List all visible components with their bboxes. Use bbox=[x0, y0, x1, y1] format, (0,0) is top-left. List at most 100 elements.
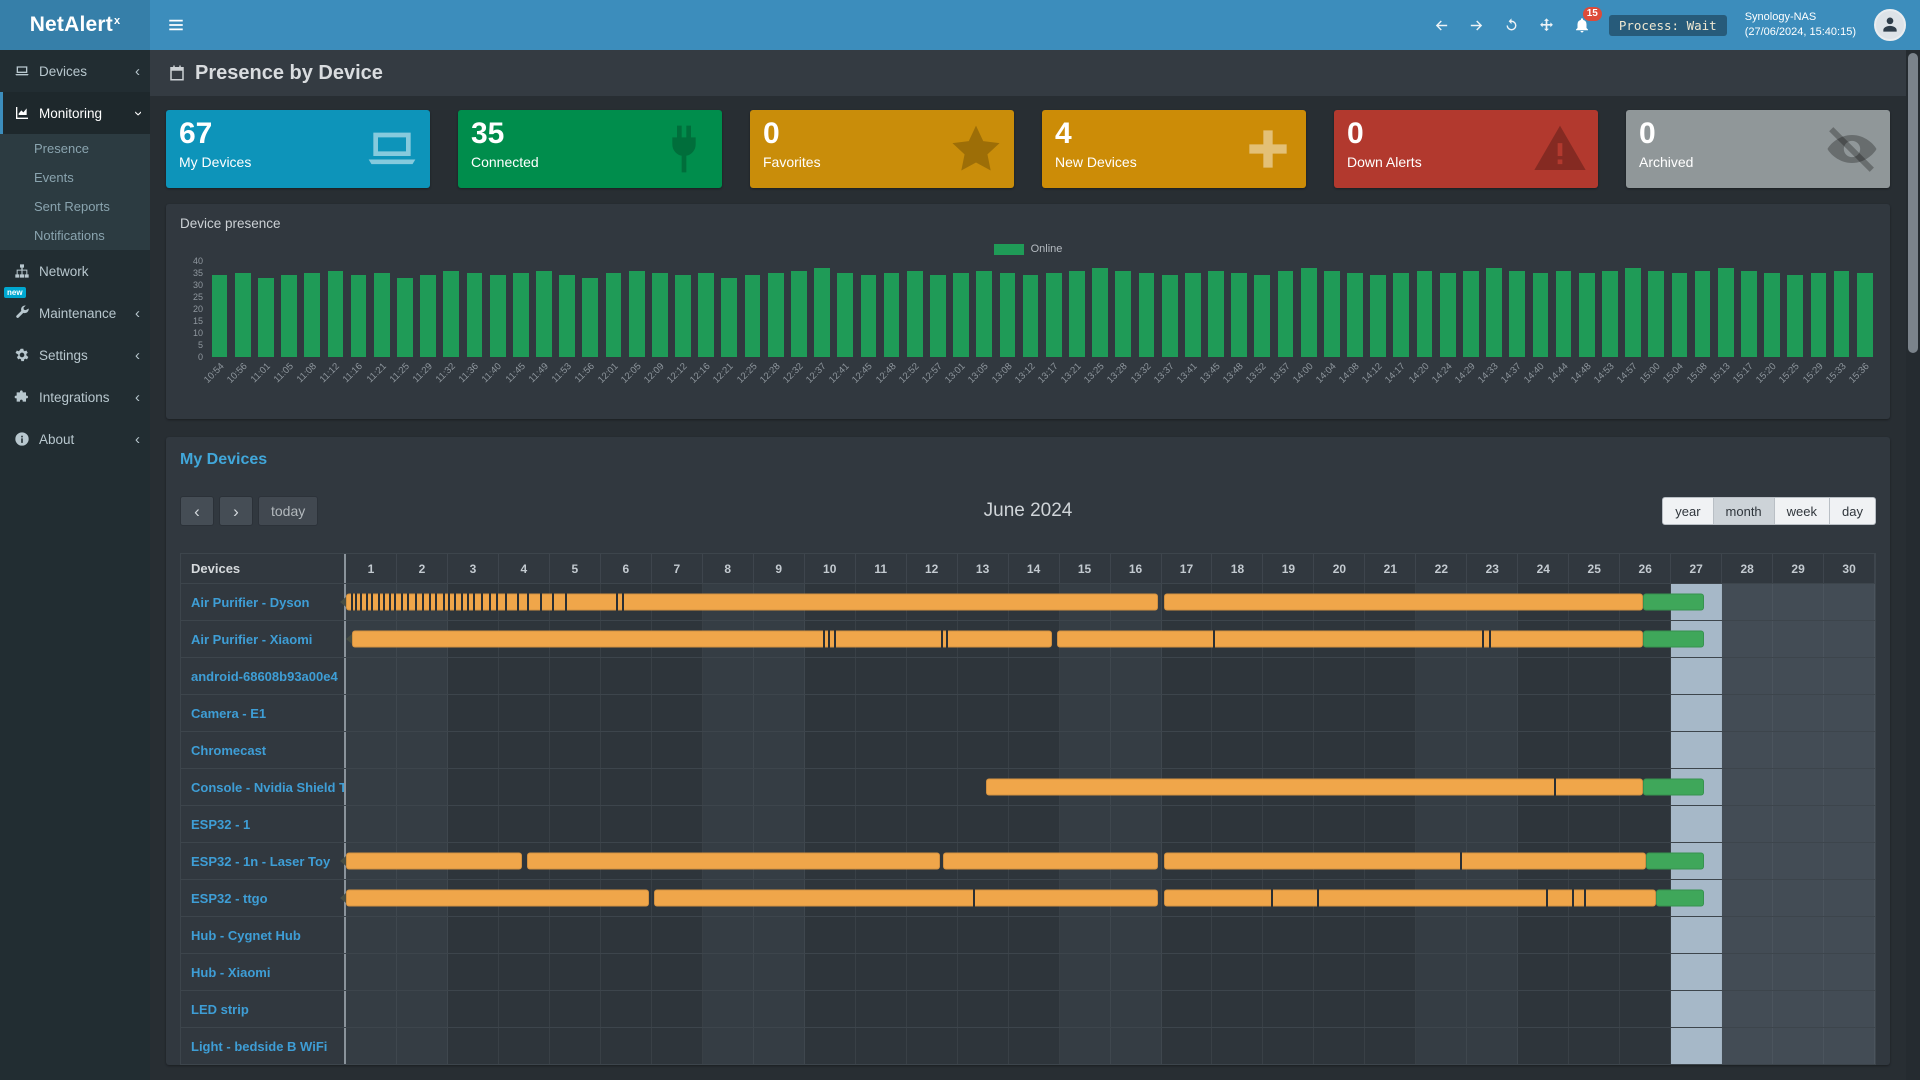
presence-bar[interactable] bbox=[1643, 594, 1704, 611]
day-cell[interactable] bbox=[1365, 806, 1416, 842]
day-cell[interactable] bbox=[805, 806, 856, 842]
day-cell[interactable] bbox=[1162, 695, 1213, 731]
day-cell[interactable] bbox=[1620, 658, 1671, 694]
day-cell[interactable] bbox=[1009, 695, 1060, 731]
day-cell[interactable] bbox=[448, 769, 499, 805]
day-cell[interactable] bbox=[1569, 806, 1620, 842]
presence-bar[interactable] bbox=[1164, 890, 1656, 907]
day-cell[interactable] bbox=[958, 806, 1009, 842]
day-cell[interactable] bbox=[652, 991, 703, 1027]
day-cell[interactable] bbox=[346, 917, 397, 953]
day-cell[interactable] bbox=[1263, 658, 1314, 694]
page-scrollbar[interactable] bbox=[1906, 50, 1920, 1080]
device-name[interactable]: Hub - Cygnet Hub bbox=[181, 917, 346, 953]
view-day-button[interactable]: day bbox=[1830, 497, 1876, 525]
day-cell[interactable] bbox=[1263, 806, 1314, 842]
day-cell[interactable] bbox=[958, 917, 1009, 953]
day-cell[interactable] bbox=[754, 806, 805, 842]
refresh-icon[interactable] bbox=[1503, 17, 1520, 34]
device-name[interactable]: ESP32 - 1 bbox=[181, 806, 346, 842]
day-cell[interactable] bbox=[1518, 1028, 1569, 1064]
day-cell[interactable] bbox=[601, 991, 652, 1027]
day-cell[interactable] bbox=[1722, 991, 1773, 1027]
day-cell[interactable] bbox=[1111, 1028, 1162, 1064]
day-cell[interactable] bbox=[754, 1028, 805, 1064]
day-cell[interactable] bbox=[397, 1028, 448, 1064]
day-cell[interactable] bbox=[805, 954, 856, 990]
day-cell[interactable] bbox=[1722, 1028, 1773, 1064]
day-cell[interactable] bbox=[1773, 991, 1824, 1027]
day-cell[interactable] bbox=[1314, 732, 1365, 768]
day-cell[interactable] bbox=[856, 917, 907, 953]
day-cell[interactable] bbox=[346, 954, 397, 990]
sidebar-toggle-button[interactable] bbox=[154, 0, 198, 50]
day-cell[interactable] bbox=[1060, 695, 1111, 731]
sidebar-item-devices[interactable]: Devices‹ bbox=[0, 50, 150, 92]
view-month-button[interactable]: month bbox=[1714, 497, 1775, 525]
day-cell[interactable] bbox=[805, 917, 856, 953]
day-cell[interactable] bbox=[448, 732, 499, 768]
sidebar-subitem-sent-reports[interactable]: Sent Reports bbox=[0, 192, 150, 221]
day-cell[interactable] bbox=[448, 917, 499, 953]
avatar[interactable] bbox=[1874, 9, 1906, 41]
day-cell[interactable] bbox=[907, 1028, 958, 1064]
nav-back-icon[interactable] bbox=[1433, 17, 1450, 34]
tile-down-alerts[interactable]: 0Down Alerts bbox=[1334, 110, 1598, 188]
day-cell[interactable] bbox=[1722, 658, 1773, 694]
scrollbar-thumb[interactable] bbox=[1908, 53, 1918, 353]
day-cell[interactable] bbox=[448, 954, 499, 990]
day-cell[interactable] bbox=[1824, 880, 1875, 916]
day-cell[interactable] bbox=[1263, 732, 1314, 768]
day-cell[interactable] bbox=[1009, 806, 1060, 842]
day-cell[interactable] bbox=[907, 732, 958, 768]
day-cell[interactable] bbox=[1824, 695, 1875, 731]
day-cell[interactable] bbox=[550, 806, 601, 842]
day-cell[interactable] bbox=[1824, 917, 1875, 953]
day-cell[interactable] bbox=[1671, 1028, 1722, 1064]
sidebar-item-integrations[interactable]: Integrations‹ bbox=[0, 376, 150, 418]
day-cell[interactable] bbox=[805, 695, 856, 731]
day-cell[interactable] bbox=[1009, 917, 1060, 953]
day-cell[interactable] bbox=[499, 695, 550, 731]
day-cell[interactable] bbox=[703, 917, 754, 953]
day-cell[interactable] bbox=[1773, 954, 1824, 990]
calendar-prev-button[interactable]: ‹ bbox=[180, 496, 214, 526]
presence-bar[interactable] bbox=[346, 853, 522, 870]
day-cell[interactable] bbox=[1824, 621, 1875, 657]
day-cell[interactable] bbox=[1162, 732, 1213, 768]
day-cell[interactable] bbox=[1671, 695, 1722, 731]
day-cell[interactable] bbox=[397, 769, 448, 805]
day-cell[interactable] bbox=[805, 769, 856, 805]
day-cell[interactable] bbox=[652, 917, 703, 953]
tile-connected[interactable]: 35Connected bbox=[458, 110, 722, 188]
device-name[interactable]: Air Purifier - Xiaomi bbox=[181, 621, 346, 657]
tile-archived[interactable]: 0Archived bbox=[1626, 110, 1890, 188]
day-cell[interactable] bbox=[1009, 1028, 1060, 1064]
day-cell[interactable] bbox=[1162, 806, 1213, 842]
day-cell[interactable] bbox=[1722, 695, 1773, 731]
day-cell[interactable] bbox=[550, 917, 601, 953]
day-cell[interactable] bbox=[1722, 917, 1773, 953]
arrows-move-icon[interactable] bbox=[1538, 17, 1555, 34]
day-cell[interactable] bbox=[448, 991, 499, 1027]
day-cell[interactable] bbox=[1569, 732, 1620, 768]
day-cell[interactable] bbox=[1212, 806, 1263, 842]
device-name[interactable]: Console - Nvidia Shield T bbox=[181, 769, 346, 805]
day-cell[interactable] bbox=[1111, 732, 1162, 768]
sidebar-item-network[interactable]: Network bbox=[0, 250, 150, 292]
day-cell[interactable] bbox=[550, 658, 601, 694]
day-cell[interactable] bbox=[805, 658, 856, 694]
calendar-next-button[interactable]: › bbox=[219, 496, 253, 526]
day-cell[interactable] bbox=[1009, 732, 1060, 768]
day-cell[interactable] bbox=[652, 695, 703, 731]
day-cell[interactable] bbox=[1060, 954, 1111, 990]
day-cell[interactable] bbox=[1518, 658, 1569, 694]
day-cell[interactable] bbox=[1620, 954, 1671, 990]
day-cell[interactable] bbox=[907, 769, 958, 805]
day-cell[interactable] bbox=[1467, 991, 1518, 1027]
day-cell[interactable] bbox=[346, 991, 397, 1027]
day-cell[interactable] bbox=[1569, 917, 1620, 953]
day-cell[interactable] bbox=[346, 769, 397, 805]
day-cell[interactable] bbox=[1773, 917, 1824, 953]
day-cell[interactable] bbox=[1569, 991, 1620, 1027]
